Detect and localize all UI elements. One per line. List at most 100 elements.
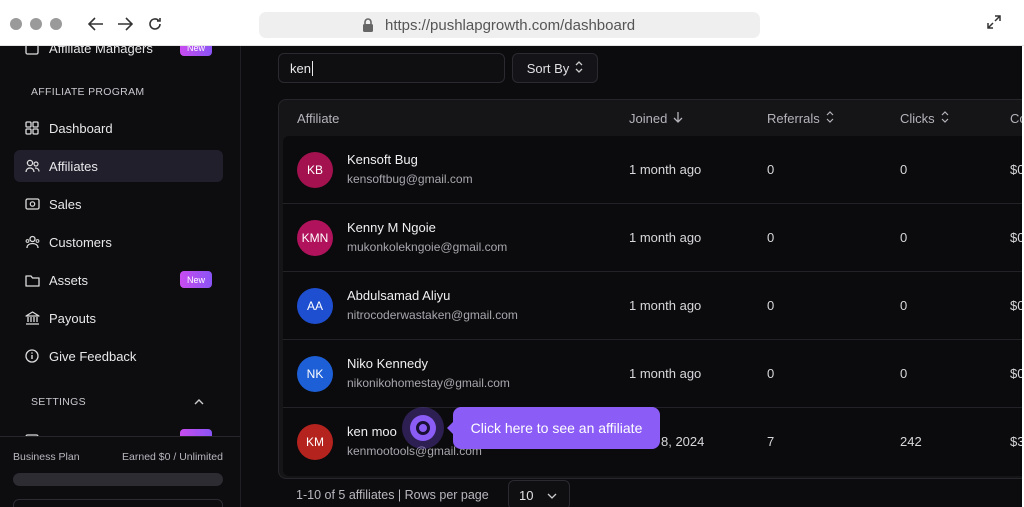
rows-per-page-value: 10 [519, 487, 534, 503]
sidebar-item-label: Customers [49, 234, 112, 250]
joined-cell: 8, 2024 [661, 434, 705, 449]
avatar: KMN [297, 220, 333, 256]
col-header-commission[interactable]: Co [1010, 111, 1022, 126]
avatar: NK [297, 356, 333, 392]
col-header-joined[interactable]: Joined [629, 111, 683, 126]
sort-by-button[interactable]: Sort By [512, 53, 598, 83]
rows-per-page-select[interactable]: 10 [508, 480, 570, 507]
beacon-ring [410, 415, 436, 441]
table-header: Affiliate Joined Referrals Clicks Co [279, 100, 1022, 136]
affiliate-name: Abdulsamad Aliyu [347, 288, 451, 303]
commission-cell: $0 [1010, 298, 1022, 313]
sidebar-item-assets[interactable]: Assets New [14, 264, 223, 296]
money-icon [24, 196, 40, 212]
col-header-referrals[interactable]: Referrals [767, 111, 834, 126]
table-row[interactable]: NK Niko Kennedy nikonikohomestay@gmail.c… [283, 340, 1022, 408]
forward-arrow-icon[interactable] [115, 14, 135, 34]
referrals-cell: 0 [767, 366, 775, 381]
walkthrough-tooltip[interactable]: Click here to see an affiliate [447, 407, 660, 449]
window-minimize-dot[interactable] [30, 18, 42, 30]
sidebar-item-sales[interactable]: Sales [14, 188, 223, 220]
search-value: ken [290, 60, 311, 76]
section-label-affiliate-program: AFFILIATE PROGRAM [31, 86, 145, 98]
customers-icon [24, 234, 40, 250]
commission-cell: $0 [1010, 366, 1022, 381]
sidebar: Affiliate Managers New AFFILIATE PROGRAM… [0, 46, 241, 507]
users-icon [24, 158, 40, 174]
new-badge: New [180, 46, 212, 56]
sidebar-item-customers[interactable]: Customers [14, 226, 223, 258]
table-row[interactable]: KB Kensoft Bug kensoftbug@gmail.com 1 mo… [283, 136, 1022, 204]
affiliate-email: kensoftbug@gmail.com [347, 172, 473, 186]
grid-icon [24, 120, 40, 136]
clicks-cell: 242 [900, 434, 922, 449]
plan-earned: Earned $0 / Unlimited [122, 451, 223, 463]
table-row[interactable]: KMN Kenny M Ngoie mukonkolekngoie@gmail.… [283, 204, 1022, 272]
joined-cell: 1 month ago [629, 298, 702, 313]
sidebar-item-give-feedback[interactable]: Give Feedback [14, 340, 223, 372]
section-label-settings: SETTINGS [31, 396, 86, 408]
sidebar-item-label: Affiliates [49, 158, 98, 174]
sidebar-item-label: Assets [49, 272, 89, 288]
reload-icon[interactable] [145, 14, 165, 34]
address-bar[interactable]: https://pushlapgrowth.com/dashboard [259, 12, 760, 38]
sort-chevrons-icon [826, 111, 834, 126]
referrals-cell: 0 [767, 298, 775, 313]
joined-cell: 1 month ago [629, 366, 702, 381]
new-badge: New [180, 271, 212, 288]
back-arrow-icon[interactable] [86, 14, 106, 34]
browser-toolbar: https://pushlapgrowth.com/dashboard [0, 0, 1024, 46]
affiliate-email: nitrocoderwastaken@gmail.com [347, 308, 518, 322]
plan-progress-bar [13, 473, 223, 486]
table-row[interactable]: AA Abdulsamad Aliyu nitrocoderwastaken@g… [283, 272, 1022, 340]
app-window: Affiliate Managers New AFFILIATE PROGRAM… [0, 46, 1022, 507]
info-icon [24, 348, 40, 364]
briefcase-icon [24, 46, 40, 56]
window-close-dot[interactable] [10, 18, 22, 30]
search-input[interactable]: ken [278, 53, 505, 83]
sort-by-label: Sort By [526, 60, 570, 76]
sidebar-item-dashboard[interactable]: Dashboard [14, 112, 223, 144]
affiliate-name: Kenny M Ngoie [347, 220, 436, 235]
sidebar-item-label: Give Feedback [49, 348, 137, 364]
plan-upgrade-box[interactable] [13, 499, 223, 507]
chevron-down-icon [547, 488, 557, 503]
url-text: https://pushlapgrowth.com/dashboard [385, 16, 636, 34]
col-header-clicks[interactable]: Clicks [900, 111, 949, 126]
referrals-cell: 0 [767, 162, 775, 177]
sort-chevrons-icon [575, 60, 583, 76]
window-zoom-dot[interactable] [50, 18, 62, 30]
chevron-up-icon[interactable] [193, 395, 205, 407]
clicks-cell: 0 [900, 162, 908, 177]
pagination-summary: 1-10 of 5 affiliates | Rows per page [296, 488, 489, 502]
referrals-cell: 7 [767, 434, 775, 449]
sidebar-item-label: Payouts [49, 310, 96, 326]
folder-icon [24, 272, 40, 288]
lock-icon [362, 17, 376, 33]
affiliate-name: ken moo [347, 424, 397, 439]
affiliate-name: Niko Kennedy [347, 356, 428, 371]
plan-name: Business Plan [13, 451, 80, 463]
sidebar-item-payouts[interactable]: Payouts [14, 302, 223, 334]
avatar: KB [297, 152, 333, 188]
sidebar-item-affiliates[interactable]: Affiliates [14, 150, 223, 182]
sidebar-item-label: Dashboard [49, 120, 113, 136]
commission-cell: $3 [1010, 434, 1022, 449]
expand-icon[interactable] [986, 14, 1006, 34]
commission-cell: $0 [1010, 230, 1022, 245]
clicks-cell: 0 [900, 366, 908, 381]
affiliate-name: Kensoft Bug [347, 152, 418, 167]
affiliate-email: mukonkolekngoie@gmail.com [347, 240, 508, 254]
joined-cell: 1 month ago [629, 230, 702, 245]
sort-chevrons-icon [941, 111, 949, 126]
col-header-affiliate[interactable]: Affiliate [297, 111, 339, 126]
avatar: KM [297, 424, 333, 460]
sidebar-item-label: Sales [49, 196, 82, 212]
bank-icon [24, 310, 40, 326]
commission-cell: $0 [1010, 162, 1022, 177]
text-caret [311, 60, 313, 76]
hotspot-beacon[interactable] [402, 407, 444, 449]
sidebar-item-affiliate-managers[interactable]: Affiliate Managers New [14, 46, 223, 64]
referrals-cell: 0 [767, 230, 775, 245]
avatar: AA [297, 288, 333, 324]
